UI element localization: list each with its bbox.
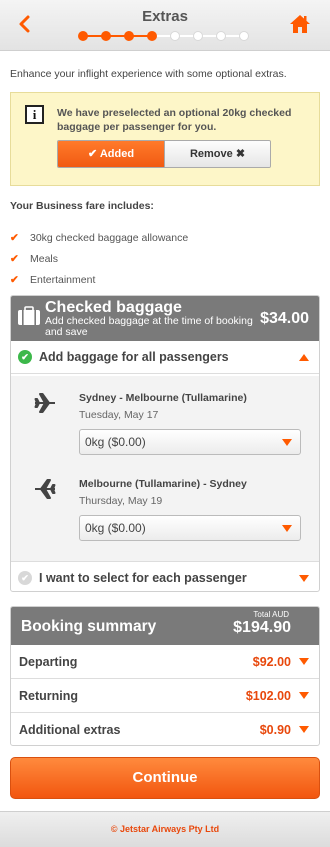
home-icon[interactable] — [289, 14, 311, 34]
continue-button[interactable]: Continue — [10, 757, 320, 799]
fare-includes-title: Your Business fare includes: — [10, 200, 154, 212]
summary-row-value: $102.00 — [245, 689, 291, 703]
option-each-label: I want to select for each passenger — [39, 571, 247, 585]
suitcase-icon — [17, 306, 41, 326]
intro-text: Enhance your inflight experience with so… — [10, 68, 287, 80]
booking-summary-title: Booking summary — [21, 618, 157, 635]
total-amount: $194.90 — [233, 619, 291, 636]
fare-item: ✔ Entertainment — [10, 274, 96, 286]
progress-step-dot — [216, 31, 226, 41]
summary-row-departing[interactable]: Departing $92.00 — [11, 645, 319, 679]
total-label: Total AUD — [253, 610, 289, 619]
fare-item: ✔ 30kg checked baggage allowance — [10, 232, 189, 244]
flight-date: Tuesday, May 17 — [79, 409, 159, 421]
checked-baggage-card: Checked baggage Add checked baggage at t… — [10, 295, 320, 592]
footer-copyright: © Jetstar Airways Pty Ltd — [0, 811, 330, 847]
close-icon: ✖ — [235, 148, 246, 160]
progress-step-dot — [193, 31, 203, 41]
progress-step-dot — [124, 31, 134, 41]
chevron-down-icon — [282, 439, 292, 446]
progress-step-dot — [170, 31, 180, 41]
summary-row-returning[interactable]: Returning $102.00 — [11, 679, 319, 713]
plane-icon — [33, 391, 57, 415]
baggage-notice: i We have preselected an optional 20kg c… — [10, 92, 320, 186]
booking-summary-header: Booking summary Total AUD $194.90 — [11, 607, 319, 645]
summary-row-value: $0.90 — [259, 723, 291, 737]
fare-item: ✔ Meals — [10, 253, 59, 265]
chevron-down-icon — [299, 726, 309, 733]
checked-baggage-header: Checked baggage Add checked baggage at t… — [11, 296, 319, 341]
info-icon: i — [25, 105, 44, 124]
summary-row-label: Returning — [19, 689, 79, 703]
flight-date: Thursday, May 19 — [79, 495, 163, 507]
booking-summary-card: Booking summary Total AUD $194.90 Depart… — [10, 606, 320, 746]
remove-label: Remove — [189, 148, 233, 160]
remove-button[interactable]: Remove ✖ — [164, 141, 270, 167]
added-label: Added — [99, 148, 135, 160]
checked-baggage-price: $34.00 — [260, 310, 309, 327]
chevron-down-icon — [282, 525, 292, 532]
summary-row-label: Additional extras — [19, 723, 121, 737]
added-remove-toggle: ✔ Added Remove ✖ — [57, 140, 271, 168]
notice-text: We have preselected an optional 20kg che… — [57, 107, 292, 133]
page-title: Extras — [142, 8, 188, 25]
radio-checked-icon: ✔ — [18, 350, 32, 364]
summary-row-extras[interactable]: Additional extras $0.90 — [11, 713, 319, 745]
baggage-select[interactable]: 0kg ($0.00) — [79, 429, 301, 455]
collapse-icon — [299, 354, 309, 361]
flight-route: Sydney - Melbourne (Tullamarine) — [79, 392, 247, 404]
baggage-select-value: 0kg ($0.00) — [85, 521, 146, 535]
option-all-passengers[interactable]: ✔ Add baggage for all passengers — [11, 341, 319, 374]
plane-icon — [33, 477, 57, 501]
chevron-down-icon — [299, 692, 309, 699]
progress-step-dot — [147, 31, 157, 41]
radio-unchecked-icon: ✔ — [18, 571, 32, 585]
baggage-select-value: 0kg ($0.00) — [85, 435, 146, 449]
flight-route: Melbourne (Tullamarine) - Sydney — [79, 478, 247, 490]
progress-step-dot — [101, 31, 111, 41]
option-all-label: Add baggage for all passengers — [39, 350, 229, 364]
progress-step-dot — [239, 31, 249, 41]
expand-icon — [299, 575, 309, 582]
check-icon: ✔ — [87, 148, 98, 160]
progress-step-dot — [78, 31, 88, 41]
header-bar: Extras — [0, 0, 330, 51]
summary-row-label: Departing — [19, 655, 78, 669]
check-icon: ✔ — [10, 232, 19, 244]
option-each-passenger[interactable]: ✔ I want to select for each passenger — [11, 562, 319, 591]
check-icon: ✔ — [10, 253, 19, 265]
summary-row-value: $92.00 — [252, 655, 291, 669]
progress-steps — [78, 31, 250, 41]
chevron-down-icon — [299, 658, 309, 665]
checked-baggage-subtitle: Add checked baggage at the time of booki… — [45, 315, 253, 338]
baggage-select[interactable]: 0kg ($0.00) — [79, 515, 301, 541]
check-icon: ✔ — [10, 274, 19, 286]
flight-baggage-list: Sydney - Melbourne (Tullamarine) Tuesday… — [11, 376, 319, 562]
added-button[interactable]: ✔ Added — [58, 141, 164, 167]
